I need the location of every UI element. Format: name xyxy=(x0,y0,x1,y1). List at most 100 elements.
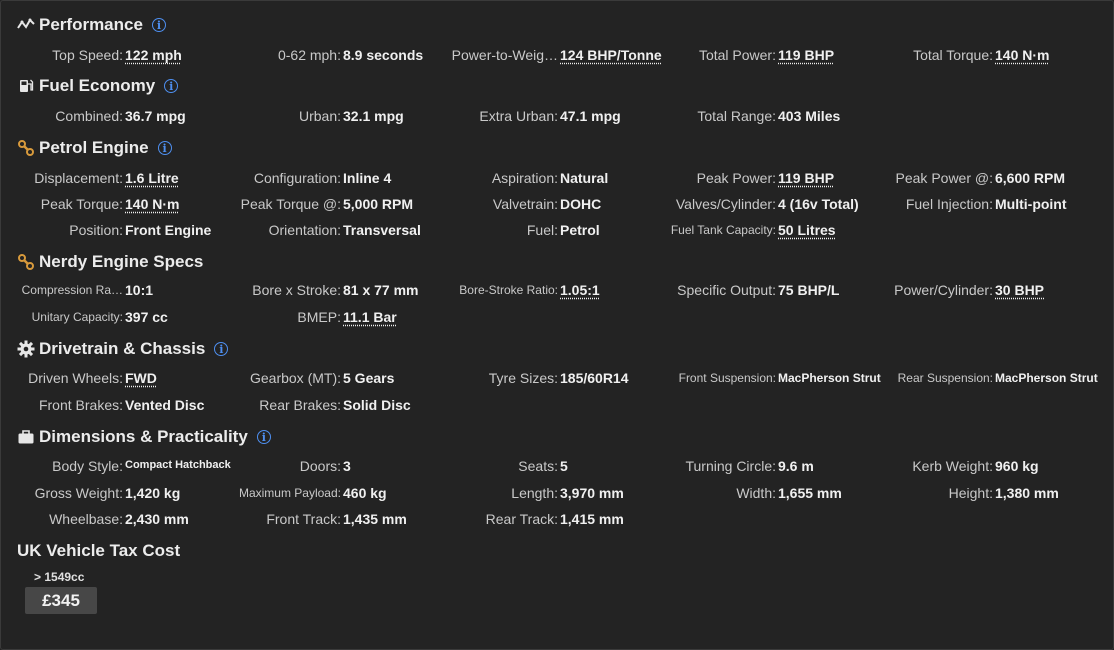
spec-value: 460 kg xyxy=(343,485,387,501)
spec-label: Position: xyxy=(69,222,123,238)
spec-body-style: Body Style: Compact Hatchback xyxy=(1,456,231,476)
spec-label: Rear Suspension: xyxy=(897,371,993,385)
spec-row: Unitary Capacity: 397 cc BMEP: 11.1 Bar xyxy=(1,307,1113,327)
spec-value[interactable]: 50 Litres xyxy=(778,222,836,238)
spec-value: Natural xyxy=(560,170,609,186)
spec-label: Specific Output: xyxy=(677,282,776,298)
spec-label: Peak Torque @: xyxy=(240,196,341,212)
spec-value: Solid Disc xyxy=(343,397,411,413)
spec-value[interactable]: 119 BHP xyxy=(778,170,834,186)
spec-label: Driven Wheels: xyxy=(28,370,123,386)
spec-label: Rear Brakes: xyxy=(259,397,341,413)
spec-value[interactable]: 30 BHP xyxy=(995,282,1044,298)
spec-row: Compression Ra… 10:1 Bore x Stroke: 81 x 7… xyxy=(1,280,1113,300)
spec-specific-output: Specific Output: 75 BHP/L xyxy=(654,280,872,300)
spec-label: Peak Power: xyxy=(696,170,776,186)
spec-seats: Seats: 5 xyxy=(436,456,654,476)
spec-valves-cylinder: Valves/Cylinder: 4 (16v Total) xyxy=(654,194,872,214)
info-icon[interactable]: i xyxy=(256,430,271,444)
spec-doors: Doors: 3 xyxy=(219,456,437,476)
spec-value: 2,430 mm xyxy=(125,511,189,527)
spec-label: Width: xyxy=(736,485,776,501)
spec-value[interactable]: 11.1 Bar xyxy=(343,309,397,325)
tax-price-badge: £345 xyxy=(25,587,97,614)
spec-row: Gross Weight: 1,420 kg Maximum Payload: 46… xyxy=(1,483,1113,503)
spec-row: Combined: 36.7 mpg Urban: 32.1 mpg Extra U… xyxy=(1,106,1113,126)
engine-icon xyxy=(17,253,35,271)
spec-power-cylinder: Power/Cylinder: 30 BHP xyxy=(871,280,1089,300)
info-icon[interactable]: i xyxy=(214,342,229,356)
section-title-nerdy-engine-specs: Nerdy Engine Specs xyxy=(17,251,203,273)
spec-label: Compression Ra… xyxy=(21,283,123,297)
spec-label: Extra Urban: xyxy=(479,108,558,124)
spec-value: Transversal xyxy=(343,222,421,238)
spec-displacement: Displacement: 1.6 Litre xyxy=(1,168,219,188)
spec-value[interactable]: FWD xyxy=(125,370,157,386)
spec-label: Wheelbase: xyxy=(49,511,123,527)
spec-value: Petrol xyxy=(560,222,600,238)
spec-bore-stroke-ratio: Bore-Stroke Ratio: 1.05:1 xyxy=(436,280,654,300)
spec-label: Orientation: xyxy=(268,222,341,238)
spec-label: Doors: xyxy=(299,458,341,474)
spec-value: Multi-point xyxy=(995,196,1067,212)
spec-fuel-injection: Fuel Injection: Multi-point xyxy=(871,194,1089,214)
tax-band: > 1549cc xyxy=(34,570,85,584)
spec-row: Peak Torque: 140 N·m Peak Torque @: 5,000 … xyxy=(1,194,1113,214)
spec-label: 0-62 mph: xyxy=(277,47,341,63)
spec-value: 5 Gears xyxy=(343,370,395,386)
section-title-petrol-engine: Petrol Engine i xyxy=(17,137,172,159)
spec-value: 6,600 RPM xyxy=(995,170,1066,186)
fuel-pump-icon xyxy=(17,77,35,95)
spec-label: Turning Circle: xyxy=(685,458,776,474)
spec-front-brakes: Front Brakes: Vented Disc xyxy=(1,395,219,415)
spec-value: 81 x 77 mm xyxy=(343,282,419,298)
spec-value: 4 (16v Total) xyxy=(778,196,859,212)
spec-label: Combined: xyxy=(55,108,123,124)
section-title-text: Drivetrain & Chassis xyxy=(39,339,206,358)
spec-value[interactable]: 124 BHP/Tonne xyxy=(560,47,662,63)
spec-aspiration: Aspiration: Natural xyxy=(436,168,654,188)
spec-total-torque: Total Torque: 140 N·m xyxy=(871,45,1089,65)
spec-value[interactable]: 122 mph xyxy=(125,47,182,63)
spec-value: 1,655 mm xyxy=(778,485,842,501)
spec-value[interactable]: 140 N·m xyxy=(125,196,179,212)
spec-value: Vented Disc xyxy=(125,397,205,413)
spec-row: Front Brakes: Vented Disc Rear Brakes: Sol… xyxy=(1,395,1113,415)
spec-wheelbase: Wheelbase: 2,430 mm xyxy=(1,509,219,529)
spec-label: Total Torque: xyxy=(913,47,993,63)
spec-value: 1,420 kg xyxy=(125,485,181,501)
spec-value[interactable]: 140 N·m xyxy=(995,47,1049,63)
spec-label: Gearbox (MT): xyxy=(249,370,341,386)
spec-value: 75 BHP/L xyxy=(778,282,840,298)
spec-label: Power/Cylinder: xyxy=(894,282,993,298)
spec-value: 8.9 seconds xyxy=(343,47,424,63)
spec-max-payload: Maximum Payload: 460 kg xyxy=(219,483,437,503)
spec-value: 1,415 mm xyxy=(560,511,624,527)
spec-combined: Combined: 36.7 mpg xyxy=(1,106,219,126)
spec-value[interactable]: 1.05:1 xyxy=(560,282,600,298)
info-icon[interactable]: i xyxy=(151,18,166,32)
spec-value: DOHC xyxy=(560,196,602,212)
spec-rear-suspension: Rear Suspension: MacPherson Strut xyxy=(871,368,1098,388)
spec-urban: Urban: 32.1 mpg xyxy=(219,106,437,126)
spec-label: Body Style: xyxy=(52,458,123,474)
spec-width: Width: 1,655 mm xyxy=(654,483,872,503)
vehicle-spec-panel: Performance i Top Speed: 122 mph 0-62 mph… xyxy=(0,0,1114,650)
spec-value: Front Engine xyxy=(125,222,212,238)
spec-peak-torque: Peak Torque: 140 N·m xyxy=(1,194,219,214)
spec-value[interactable]: 119 BHP xyxy=(778,47,834,63)
engine-icon xyxy=(17,139,35,157)
spec-label: Valvetrain: xyxy=(492,196,558,212)
spec-value: 10:1 xyxy=(125,282,154,298)
info-icon[interactable]: i xyxy=(164,79,179,93)
spec-driven-wheels: Driven Wheels: FWD xyxy=(1,368,219,388)
spec-length: Length: 3,970 mm xyxy=(436,483,654,503)
spec-label: Gross Weight: xyxy=(34,485,123,501)
info-icon[interactable]: i xyxy=(157,141,172,155)
gear-icon xyxy=(17,340,35,358)
spec-label: Valves/Cylinder: xyxy=(675,196,776,212)
spec-value: 3 xyxy=(343,458,351,474)
spec-rear-track: Rear Track: 1,415 mm xyxy=(436,509,654,529)
spec-value[interactable]: 1.6 Litre xyxy=(125,170,179,186)
section-title-drivetrain-chassis: Drivetrain & Chassis i xyxy=(17,338,229,360)
